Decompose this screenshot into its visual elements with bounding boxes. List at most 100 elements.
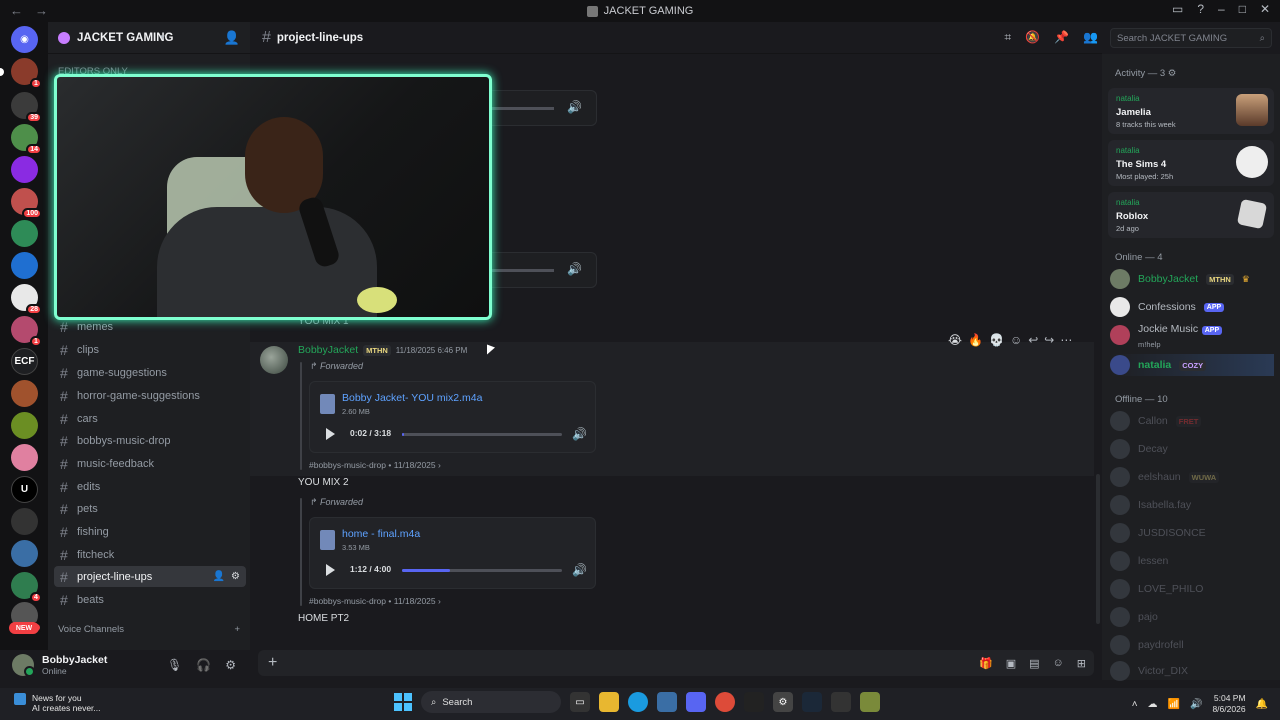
member-item[interactable]: paydrofell [1110,634,1274,656]
add-reaction-icon[interactable]: ☺ [1010,333,1022,347]
app-icon[interactable] [831,692,851,712]
headphones-icon[interactable]: 🎧 [196,658,211,672]
close-icon[interactable]: ✕ [1260,2,1270,16]
inbox-icon[interactable]: ▭ [1172,2,1183,16]
server-icon[interactable] [11,540,38,567]
member-item[interactable]: Isabella.fay [1110,494,1274,516]
chat-scrollbar[interactable] [1096,474,1100,624]
speaker-icon[interactable]: 🔊 [1190,699,1202,710]
pin-icon[interactable]: 📌 [1054,30,1069,45]
forward-source[interactable]: #bobbys-music-drop • 11/18/2025 › [309,460,441,470]
capcut-icon[interactable] [744,692,764,712]
task-view-icon[interactable]: ▭ [570,692,590,712]
member-list-icon[interactable]: 👥 [1083,30,1098,45]
reaction-emoji[interactable]: 😭 [948,333,962,347]
member-item[interactable]: Jockie Music APP m!help [1110,323,1274,349]
server-icon[interactable]: 1 [0,58,42,89]
volume-icon[interactable]: 🔊 [572,427,587,441]
server-icon[interactable] [11,508,38,535]
gif-icon[interactable]: ▣ [1006,657,1016,670]
chevron-up-icon[interactable]: ˄ [1132,699,1138,710]
server-icon[interactable]: 28 [11,284,42,315]
channel-game-suggestions[interactable]: # game-suggestions [54,362,246,383]
photos-icon[interactable] [657,692,677,712]
windows-start-icon[interactable] [394,693,412,711]
channel-bobbys-music-drop[interactable]: # bobbys-music-drop [54,430,246,451]
minimize-icon[interactable]: – [1218,2,1225,16]
more-options-icon[interactable]: ⋯ [1060,333,1072,347]
audio-progress-track[interactable] [402,569,562,572]
avatar[interactable] [12,654,35,677]
server-icon[interactable] [11,380,38,407]
server-icon[interactable]: 4 [11,572,42,603]
apps-icon[interactable]: ⊞ [1077,657,1086,670]
reaction-emoji[interactable]: 🔥 [968,333,983,347]
channel-fitcheck[interactable]: # fitcheck [54,544,246,565]
add-attachment-icon[interactable]: + [268,654,277,672]
settings-app-icon[interactable]: ⚙ [773,692,793,712]
channel-music-feedback[interactable]: # music-feedback [54,453,246,474]
channel-pets[interactable]: # pets [54,498,246,519]
cloud-icon[interactable]: ☁ [1148,699,1158,710]
reply-icon[interactable]: ↩ [1028,333,1038,347]
channel-cars[interactable]: # cars [54,408,246,429]
category-voice-channels[interactable]: Voice Channels + [58,624,240,635]
play-icon[interactable] [326,564,335,576]
server-icon[interactable] [11,444,38,471]
help-icon[interactable]: ? [1197,2,1204,16]
gift-icon[interactable]: 🎁 [979,657,993,670]
forward-icon[interactable]: ↪ [1044,333,1054,347]
wifi-icon[interactable]: 📶 [1168,699,1180,710]
play-icon[interactable] [326,428,335,440]
server-icon[interactable]: U [11,476,38,503]
sticker-icon[interactable]: ▤ [1029,657,1039,670]
member-item[interactable]: Decay [1110,438,1274,460]
create-invite-icon[interactable]: 👤 [213,571,225,582]
activity-card[interactable]: natalia Roblox 2d ago [1108,192,1274,238]
member-item[interactable]: BobbyJacket MTHN ♛ [1110,268,1274,290]
channel-horror-game-suggestions[interactable]: # horror-game-suggestions [54,385,246,406]
forward-source[interactable]: #bobbys-music-drop • 11/18/2025 › [309,596,441,606]
server-icon[interactable]: 39 [11,92,42,123]
discord-home-icon[interactable]: ◉ [11,26,38,53]
volume-icon[interactable]: 🔊 [572,563,587,577]
edge-icon[interactable] [628,692,648,712]
microphone-icon[interactable]: 🎙 [167,658,182,672]
server-icon[interactable] [11,156,38,183]
discord-taskbar-icon[interactable] [686,692,706,712]
news-widget[interactable]: News for you AI creates never... [14,693,101,713]
member-item[interactable]: Callon FRET [1110,410,1274,432]
message-author[interactable]: BobbyJacket [298,344,358,356]
member-item[interactable]: natalia COZY [1110,354,1274,376]
server-header[interactable]: JACKET GAMING ▾ 👤 [48,22,250,54]
attachment-filename[interactable]: Bobby Jacket- YOU mix2.m4a [342,392,482,404]
activity-card[interactable]: natalia Jamelia 8 tracks this week [1108,88,1274,134]
emoji-icon[interactable]: ☺ [1053,657,1064,670]
server-icon[interactable]: 100 [11,188,42,219]
member-item[interactable]: JUSDISONCE [1110,522,1274,544]
mute-bell-icon[interactable]: 🔕 [1025,30,1040,45]
activity-card[interactable]: natalia The Sims 4 Most played: 25h [1108,140,1274,186]
forward-icon[interactable]: → [35,3,48,18]
add-member-icon[interactable]: 👤 [224,30,240,46]
channel-fishing[interactable]: # fishing [54,521,246,542]
file-explorer-icon[interactable] [599,692,619,712]
audio-progress-track[interactable] [402,433,562,436]
server-icon[interactable]: 14 [11,124,42,155]
taskbar-search[interactable]: ⌕ Search [421,691,561,713]
notification-bell-icon[interactable]: 🔔 [1256,699,1268,710]
member-item[interactable]: lessen [1110,550,1274,572]
channel-project-line-ups[interactable]: # project-line-ups 👤 ⚙ [54,566,246,587]
guild-tag[interactable]: MTHN [363,344,391,356]
channel-beats[interactable]: # beats [54,589,246,610]
attachment-filename[interactable]: home - final.m4a [342,528,420,540]
member-item[interactable]: Confessions APP [1110,296,1274,318]
channel-settings-icon[interactable]: ⚙ [231,571,240,582]
server-icon[interactable]: 1 [11,316,42,347]
volume-icon[interactable]: 🔊 [567,262,582,276]
back-icon[interactable]: ← [10,3,23,18]
member-item[interactable]: pajo [1110,606,1274,628]
server-icon[interactable] [11,412,38,439]
channel-clips[interactable]: # clips [54,339,246,360]
avatar[interactable] [260,346,288,374]
